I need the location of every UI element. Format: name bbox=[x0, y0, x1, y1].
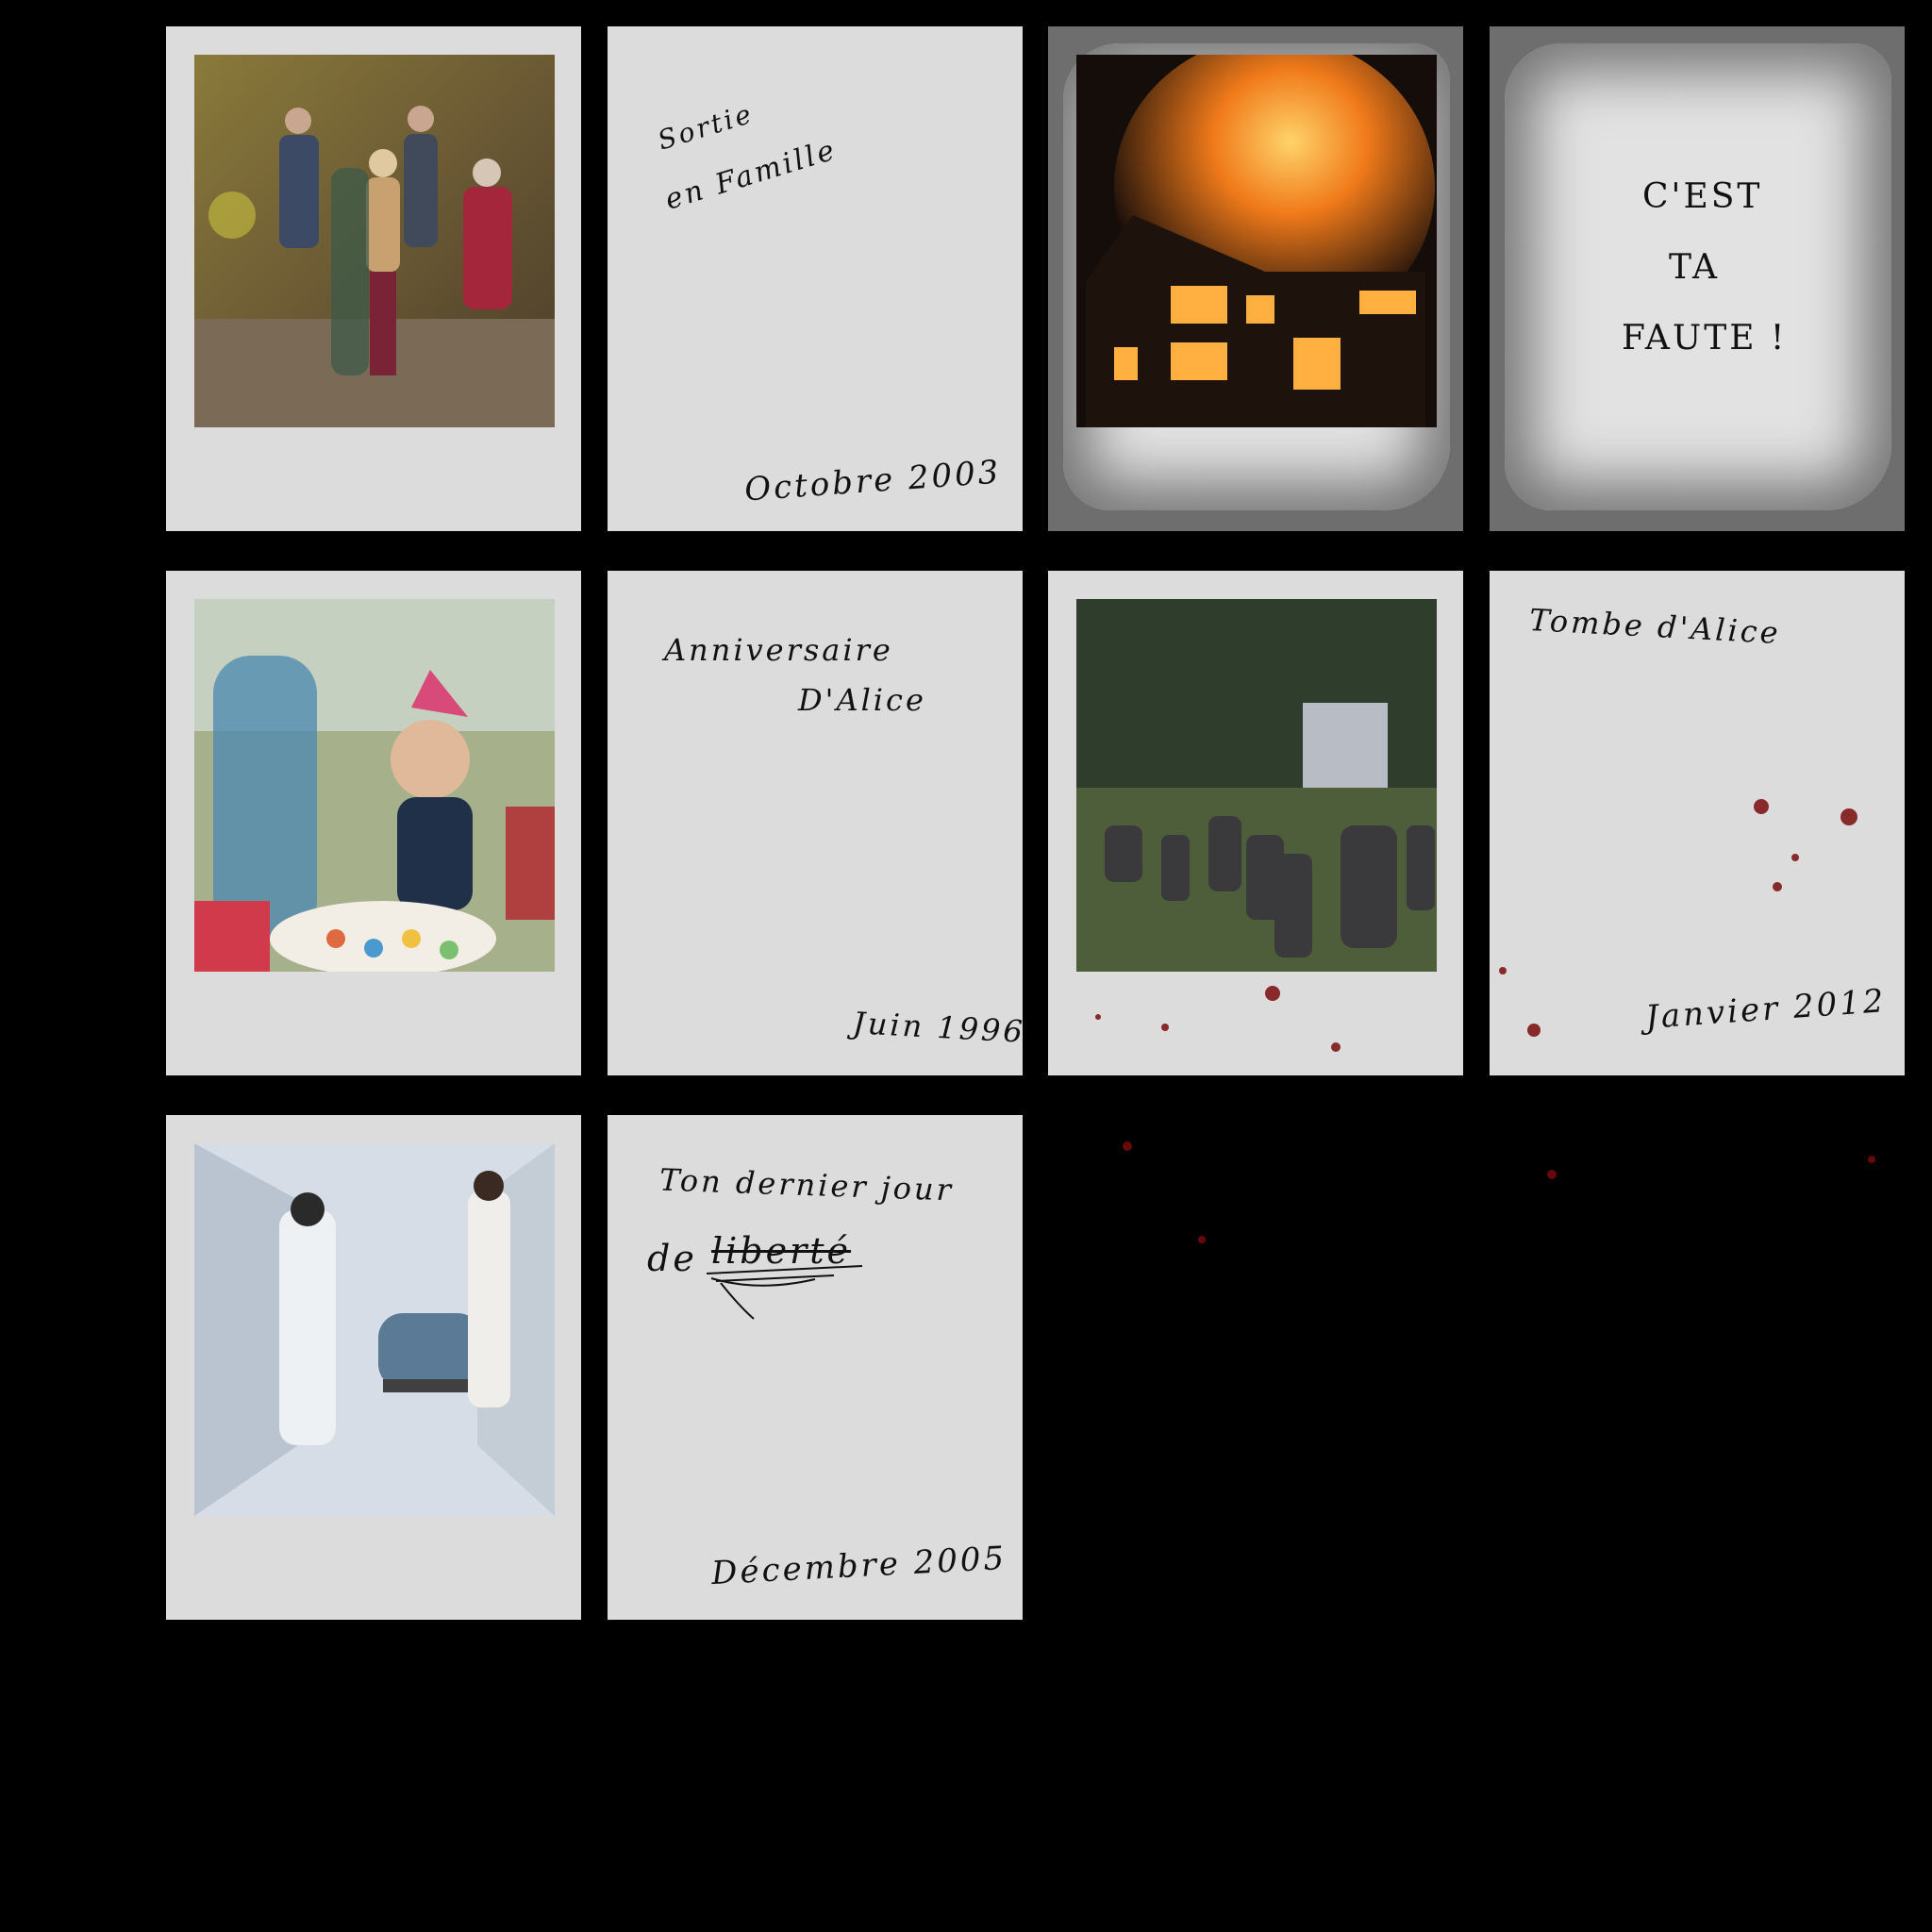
message-faute: FAUTE ! bbox=[1622, 319, 1788, 358]
blood-splatter bbox=[1840, 808, 1857, 825]
blood-splatter bbox=[1123, 1141, 1132, 1151]
blood-splatter bbox=[1095, 1014, 1101, 1020]
graveyard-photo bbox=[1076, 599, 1437, 972]
photo-card-hospital[interactable] bbox=[166, 1115, 581, 1620]
birthday-photo bbox=[194, 599, 555, 972]
blood-splatter bbox=[1198, 1236, 1206, 1243]
caption-card-birthday[interactable]: Anniversaire D'Alice Juin 1996 bbox=[608, 571, 1026, 1075]
blood-splatter bbox=[1868, 1156, 1875, 1163]
photo-card-graveyard[interactable] bbox=[1048, 571, 1463, 1075]
date-janvier-2012: Janvier 2012 bbox=[1643, 982, 1888, 1037]
blood-splatter bbox=[1773, 882, 1782, 891]
caption-card-grave[interactable]: Tombe d'Alice Janvier 2012 bbox=[1490, 571, 1905, 1075]
caption-sortie: Sortie bbox=[654, 97, 758, 157]
caption-card-hospital[interactable]: Ton dernier jour de liberté Décembre 200… bbox=[608, 1115, 1023, 1620]
caption-de: de bbox=[647, 1238, 697, 1279]
blood-splatter bbox=[1331, 1042, 1341, 1052]
blood-splatter bbox=[1161, 1024, 1169, 1031]
date-octobre-2003: Octobre 2003 bbox=[742, 453, 1003, 509]
photo-card-burning-house[interactable] bbox=[1048, 26, 1463, 531]
photo-card-birthday[interactable] bbox=[166, 571, 581, 1075]
blood-splatter bbox=[1527, 1024, 1541, 1037]
caption-dalice: D'Alice bbox=[798, 682, 926, 718]
date-decembre-2005: Décembre 2005 bbox=[710, 1539, 1008, 1593]
family-outing-photo bbox=[194, 55, 555, 427]
message-cest: C'EST bbox=[1642, 177, 1763, 216]
message-card-cest-ta-faute[interactable]: C'EST TA FAUTE ! bbox=[1490, 26, 1905, 531]
blood-splatter bbox=[1791, 854, 1799, 861]
blood-splatter bbox=[1499, 967, 1507, 974]
photo-card-family-outing[interactable] bbox=[166, 26, 581, 531]
caption-anniversaire: Anniversaire bbox=[664, 632, 893, 668]
scribble-strikethrough bbox=[706, 1265, 863, 1320]
burning-house-photo bbox=[1076, 55, 1437, 427]
caption-ton-dernier-jour: Ton dernier jour bbox=[658, 1161, 955, 1208]
message-ta: TA bbox=[1669, 248, 1721, 287]
hospital-photo bbox=[194, 1143, 555, 1516]
caption-tombe-dalice: Tombe d'Alice bbox=[1528, 602, 1782, 651]
blood-splatter bbox=[1754, 799, 1769, 814]
blood-splatter bbox=[1547, 1170, 1557, 1179]
caption-card-family-outing[interactable]: Sortie en Famille Octobre 2003 bbox=[608, 26, 1023, 531]
date-juin-1996: Juin 1996 bbox=[852, 1005, 1026, 1050]
blood-splatter bbox=[1265, 986, 1280, 1001]
